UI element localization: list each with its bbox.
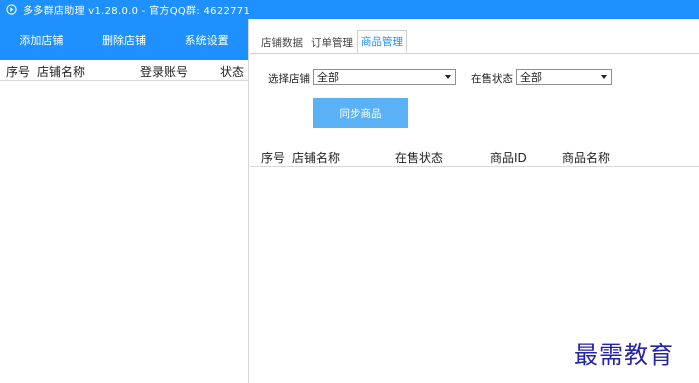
- status-filter-value: 全部: [520, 71, 542, 84]
- column-header-store-name[interactable]: 店铺名称: [292, 149, 340, 166]
- watermark-text: 最需教育: [574, 341, 674, 369]
- product-grid-header: 序号 店铺名称 在售状态 商品ID 商品名称: [250, 147, 699, 167]
- store-list-header: 序号 店铺名称 登录账号 状态: [0, 60, 248, 81]
- column-header-status[interactable]: 状态: [220, 63, 244, 80]
- column-header-product-id[interactable]: 商品ID: [490, 149, 527, 166]
- column-header-index[interactable]: 序号: [6, 63, 30, 80]
- chevron-down-icon: [601, 75, 607, 79]
- tab-order-management[interactable]: 订单管理: [307, 31, 357, 53]
- delete-store-button[interactable]: 删除店铺: [83, 19, 166, 60]
- store-filter-label: 选择店铺: [268, 73, 310, 85]
- play-circle-icon: [6, 4, 17, 15]
- tab-bar: 店铺数据 订单管理 商品管理: [257, 30, 407, 53]
- store-panel: 添加店铺 删除店铺 系统设置 序号 店铺名称 登录账号 状态: [0, 19, 249, 383]
- tab-divider: [250, 53, 699, 54]
- store-list-body[interactable]: [0, 81, 248, 383]
- chevron-down-icon: [445, 75, 451, 79]
- tab-product-management[interactable]: 商品管理: [357, 30, 407, 53]
- window-title: 多多群店助理 v1.28.0.0 - 官方QQ群: 4622771: [23, 6, 251, 17]
- column-header-product-name[interactable]: 商品名称: [562, 149, 610, 166]
- main-panel: 店铺数据 订单管理 商品管理 选择店铺 全部 在售状态 全部 同步商品 序号 店…: [250, 19, 699, 383]
- tab-store-data[interactable]: 店铺数据: [257, 31, 307, 53]
- column-header-index[interactable]: 序号: [261, 149, 285, 166]
- store-filter-value: 全部: [317, 71, 339, 84]
- store-filter-select[interactable]: 全部: [313, 69, 456, 85]
- column-header-sale-status[interactable]: 在售状态: [395, 149, 443, 166]
- system-settings-button[interactable]: 系统设置: [165, 19, 248, 60]
- column-header-store-name[interactable]: 店铺名称: [37, 63, 85, 80]
- status-filter-select[interactable]: 全部: [516, 69, 612, 85]
- sync-products-button[interactable]: 同步商品: [313, 98, 408, 128]
- status-filter-label: 在售状态: [471, 73, 513, 85]
- store-toolbar: 添加店铺 删除店铺 系统设置: [0, 19, 248, 60]
- add-store-button[interactable]: 添加店铺: [0, 19, 83, 60]
- title-bar: 多多群店助理 v1.28.0.0 - 官方QQ群: 4622771: [0, 0, 699, 19]
- column-header-login-account[interactable]: 登录账号: [140, 63, 188, 80]
